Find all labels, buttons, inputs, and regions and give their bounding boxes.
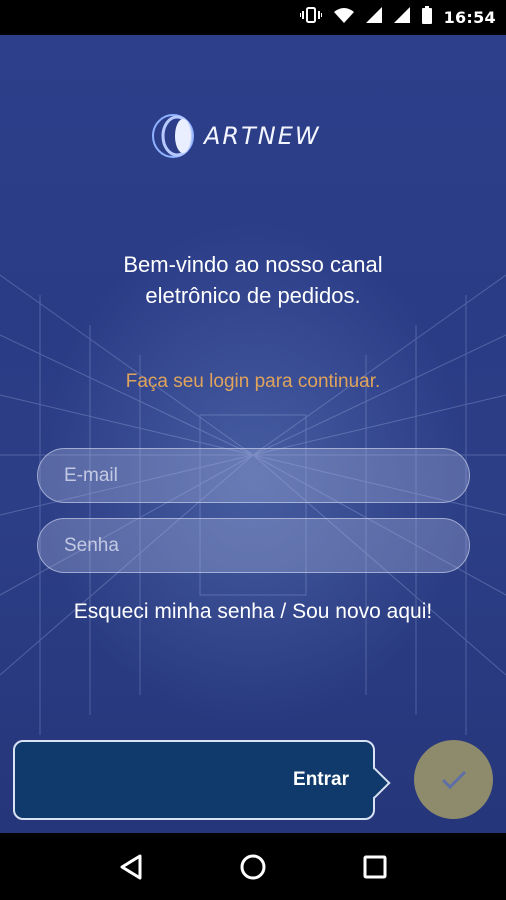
home-icon xyxy=(240,854,266,879)
welcome-line-1: Bem-vindo ao nosso canal xyxy=(123,252,383,277)
email-placeholder: E-mail xyxy=(64,464,118,486)
vibrate-icon xyxy=(298,7,323,28)
welcome-line-2: eletrônico de pedidos. xyxy=(145,283,361,308)
navigation-bar xyxy=(0,833,506,900)
clock: 16:54 xyxy=(443,8,496,27)
recents-icon xyxy=(363,855,387,878)
back-button[interactable] xyxy=(111,847,151,887)
wifi-icon xyxy=(333,7,354,28)
signal-icon xyxy=(393,7,410,28)
check-icon xyxy=(441,770,466,789)
login-screen: ARTNEW Bem-vindo ao nosso canal eletrôni… xyxy=(0,35,506,833)
login-prompt: Faça seu login para continuar. xyxy=(125,371,381,392)
logo-text: ARTNEW xyxy=(204,122,321,150)
home-button[interactable] xyxy=(233,847,273,887)
enter-button[interactable]: Entrar xyxy=(13,740,391,820)
battery-icon xyxy=(421,6,432,29)
forgot-register-link[interactable]: Esqueci minha senha / Sou novo aqui! xyxy=(0,600,506,624)
status-bar: 16:54 xyxy=(0,0,506,35)
recents-button[interactable] xyxy=(355,847,395,887)
artnew-logo: ARTNEW xyxy=(152,113,321,159)
email-field[interactable]: E-mail xyxy=(37,448,470,503)
password-field[interactable]: Senha xyxy=(37,518,470,573)
enter-button-label: Entrar xyxy=(293,769,349,790)
signal-icon xyxy=(365,7,382,28)
logo-mark-icon xyxy=(152,114,194,158)
back-icon xyxy=(120,854,142,879)
welcome-message: Bem-vindo ao nosso canal eletrônico de p… xyxy=(0,249,506,311)
password-placeholder: Senha xyxy=(64,534,119,556)
confirm-button[interactable] xyxy=(414,740,493,819)
